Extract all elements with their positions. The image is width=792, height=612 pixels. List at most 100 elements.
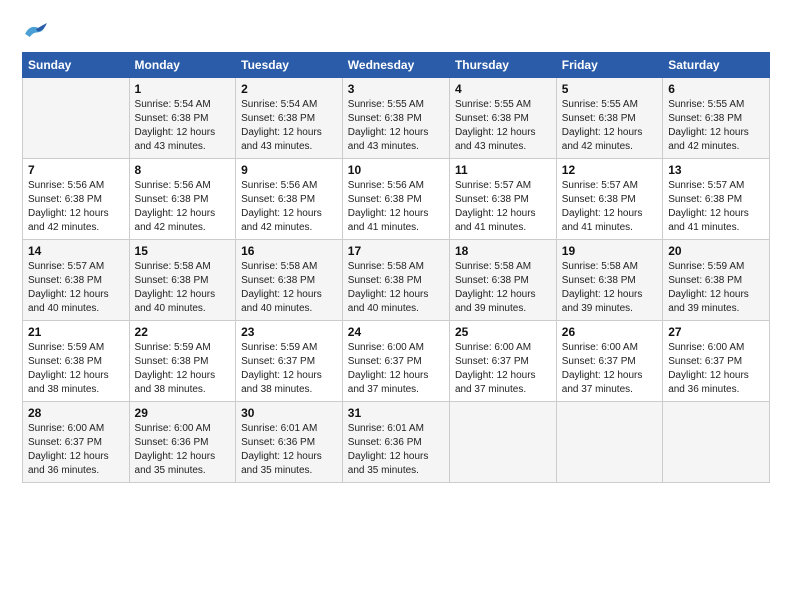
day-info: Sunrise: 5:56 AM Sunset: 6:38 PM Dayligh… bbox=[28, 179, 124, 235]
day-info: Sunrise: 5:55 AM Sunset: 6:38 PM Dayligh… bbox=[348, 98, 444, 154]
calendar-cell: 17 Sunrise: 5:58 AM Sunset: 6:38 PM Dayli… bbox=[342, 240, 449, 321]
day-info: Sunrise: 5:57 AM Sunset: 6:38 PM Dayligh… bbox=[28, 260, 124, 316]
calendar-cell: 22 Sunrise: 5:59 AM Sunset: 6:38 PM Dayli… bbox=[129, 321, 236, 402]
calendar-table: SundayMondayTuesdayWednesdayThursdayFrid… bbox=[22, 52, 770, 483]
logo bbox=[22, 18, 54, 42]
day-number: 16 bbox=[241, 244, 337, 258]
calendar-cell: 25Sunrise: 6:00 AM Sunset: 6:37 PM Dayli… bbox=[449, 321, 556, 402]
calendar-cell: 24 Sunrise: 6:00 AM Sunset: 6:37 PM Dayli… bbox=[342, 321, 449, 402]
calendar-cell: 12Sunrise: 5:57 AM Sunset: 6:38 PM Dayli… bbox=[556, 159, 662, 240]
calendar-cell: 6 Sunrise: 5:55 AM Sunset: 6:38 PM Daylig… bbox=[663, 78, 770, 159]
calendar-cell: 10 Sunrise: 5:56 AM Sunset: 6:38 PM Dayli… bbox=[342, 159, 449, 240]
day-info: Sunrise: 5:56 AM Sunset: 6:38 PM Dayligh… bbox=[348, 179, 444, 235]
calendar-cell: 15Sunrise: 5:58 AM Sunset: 6:38 PM Dayli… bbox=[129, 240, 236, 321]
calendar-cell: 19 Sunrise: 5:58 AM Sunset: 6:38 PM Dayli… bbox=[556, 240, 662, 321]
day-number: 9 bbox=[241, 163, 337, 177]
day-number: 11 bbox=[455, 163, 551, 177]
day-info: Sunrise: 5:57 AM Sunset: 6:38 PM Dayligh… bbox=[455, 179, 551, 235]
day-number: 14 bbox=[28, 244, 124, 258]
day-info: Sunrise: 5:55 AM Sunset: 6:38 PM Dayligh… bbox=[668, 98, 764, 154]
weekday-header-monday: Monday bbox=[129, 53, 236, 78]
logo-icon bbox=[22, 18, 50, 42]
day-number: 5 bbox=[562, 82, 657, 96]
day-info: Sunrise: 6:00 AM Sunset: 6:37 PM Dayligh… bbox=[348, 341, 444, 397]
day-info: Sunrise: 6:00 AM Sunset: 6:37 PM Dayligh… bbox=[668, 341, 764, 397]
day-info: Sunrise: 6:01 AM Sunset: 6:36 PM Dayligh… bbox=[348, 422, 444, 478]
day-number: 2 bbox=[241, 82, 337, 96]
day-number: 10 bbox=[348, 163, 444, 177]
calendar-cell: 14 Sunrise: 5:57 AM Sunset: 6:38 PM Dayli… bbox=[23, 240, 130, 321]
calendar-cell: 8 Sunrise: 5:56 AM Sunset: 6:38 PM Daylig… bbox=[129, 159, 236, 240]
calendar-cell bbox=[663, 402, 770, 483]
day-info: Sunrise: 5:59 AM Sunset: 6:38 PM Dayligh… bbox=[668, 260, 764, 316]
weekday-header-sunday: Sunday bbox=[23, 53, 130, 78]
day-info: Sunrise: 6:00 AM Sunset: 6:37 PM Dayligh… bbox=[28, 422, 124, 478]
day-info: Sunrise: 5:56 AM Sunset: 6:38 PM Dayligh… bbox=[241, 179, 337, 235]
day-info: Sunrise: 5:56 AM Sunset: 6:38 PM Dayligh… bbox=[135, 179, 231, 235]
calendar-cell: 30Sunrise: 6:01 AM Sunset: 6:36 PM Dayli… bbox=[236, 402, 343, 483]
calendar-cell: 27 Sunrise: 6:00 AM Sunset: 6:37 PM Dayli… bbox=[663, 321, 770, 402]
calendar-cell: 2 Sunrise: 5:54 AM Sunset: 6:38 PM Daylig… bbox=[236, 78, 343, 159]
main-container: SundayMondayTuesdayWednesdayThursdayFrid… bbox=[0, 0, 792, 495]
day-number: 12 bbox=[562, 163, 657, 177]
day-number: 18 bbox=[455, 244, 551, 258]
calendar-cell: 31 Sunrise: 6:01 AM Sunset: 6:36 PM Dayli… bbox=[342, 402, 449, 483]
weekday-header-tuesday: Tuesday bbox=[236, 53, 343, 78]
day-info: Sunrise: 6:00 AM Sunset: 6:37 PM Dayligh… bbox=[455, 341, 551, 397]
day-info: Sunrise: 5:54 AM Sunset: 6:38 PM Dayligh… bbox=[241, 98, 337, 154]
weekday-header-thursday: Thursday bbox=[449, 53, 556, 78]
calendar-week-row: 21Sunrise: 5:59 AM Sunset: 6:38 PM Dayli… bbox=[23, 321, 770, 402]
day-number: 22 bbox=[135, 325, 231, 339]
day-info: Sunrise: 5:58 AM Sunset: 6:38 PM Dayligh… bbox=[348, 260, 444, 316]
day-info: Sunrise: 5:55 AM Sunset: 6:38 PM Dayligh… bbox=[562, 98, 657, 154]
weekday-header-row: SundayMondayTuesdayWednesdayThursdayFrid… bbox=[23, 53, 770, 78]
calendar-cell: 23 Sunrise: 5:59 AM Sunset: 6:37 PM Dayli… bbox=[236, 321, 343, 402]
day-info: Sunrise: 5:57 AM Sunset: 6:38 PM Dayligh… bbox=[668, 179, 764, 235]
day-info: Sunrise: 5:58 AM Sunset: 6:38 PM Dayligh… bbox=[241, 260, 337, 316]
day-number: 28 bbox=[28, 406, 124, 420]
day-number: 19 bbox=[562, 244, 657, 258]
day-number: 6 bbox=[668, 82, 764, 96]
day-number: 30 bbox=[241, 406, 337, 420]
day-info: Sunrise: 5:59 AM Sunset: 6:37 PM Dayligh… bbox=[241, 341, 337, 397]
calendar-week-row: 28 Sunrise: 6:00 AM Sunset: 6:37 PM Dayli… bbox=[23, 402, 770, 483]
day-info: Sunrise: 5:58 AM Sunset: 6:38 PM Dayligh… bbox=[562, 260, 657, 316]
day-number: 17 bbox=[348, 244, 444, 258]
day-info: Sunrise: 5:55 AM Sunset: 6:38 PM Dayligh… bbox=[455, 98, 551, 154]
calendar-cell: 3 Sunrise: 5:55 AM Sunset: 6:38 PM Daylig… bbox=[342, 78, 449, 159]
day-number: 3 bbox=[348, 82, 444, 96]
calendar-week-row: 1 Sunrise: 5:54 AM Sunset: 6:38 PM Daylig… bbox=[23, 78, 770, 159]
day-info: Sunrise: 5:59 AM Sunset: 6:38 PM Dayligh… bbox=[28, 341, 124, 397]
calendar-cell: 13 Sunrise: 5:57 AM Sunset: 6:38 PM Dayli… bbox=[663, 159, 770, 240]
calendar-cell: 1 Sunrise: 5:54 AM Sunset: 6:38 PM Daylig… bbox=[129, 78, 236, 159]
day-number: 7 bbox=[28, 163, 124, 177]
day-info: Sunrise: 5:54 AM Sunset: 6:38 PM Dayligh… bbox=[135, 98, 231, 154]
day-number: 27 bbox=[668, 325, 764, 339]
day-info: Sunrise: 5:58 AM Sunset: 6:38 PM Dayligh… bbox=[455, 260, 551, 316]
day-number: 23 bbox=[241, 325, 337, 339]
calendar-cell: 21Sunrise: 5:59 AM Sunset: 6:38 PM Dayli… bbox=[23, 321, 130, 402]
calendar-cell: 20 Sunrise: 5:59 AM Sunset: 6:38 PM Dayli… bbox=[663, 240, 770, 321]
day-number: 13 bbox=[668, 163, 764, 177]
day-number: 29 bbox=[135, 406, 231, 420]
calendar-cell: 18 Sunrise: 5:58 AM Sunset: 6:38 PM Dayli… bbox=[449, 240, 556, 321]
calendar-cell bbox=[556, 402, 662, 483]
calendar-cell: 28 Sunrise: 6:00 AM Sunset: 6:37 PM Dayli… bbox=[23, 402, 130, 483]
day-number: 1 bbox=[135, 82, 231, 96]
calendar-cell: 16 Sunrise: 5:58 AM Sunset: 6:38 PM Dayli… bbox=[236, 240, 343, 321]
day-info: Sunrise: 5:59 AM Sunset: 6:38 PM Dayligh… bbox=[135, 341, 231, 397]
calendar-body: 1 Sunrise: 5:54 AM Sunset: 6:38 PM Daylig… bbox=[23, 78, 770, 483]
day-number: 8 bbox=[135, 163, 231, 177]
calendar-cell: 9 Sunrise: 5:56 AM Sunset: 6:38 PM Daylig… bbox=[236, 159, 343, 240]
calendar-cell: 11 Sunrise: 5:57 AM Sunset: 6:38 PM Dayli… bbox=[449, 159, 556, 240]
calendar-header: SundayMondayTuesdayWednesdayThursdayFrid… bbox=[23, 53, 770, 78]
weekday-header-saturday: Saturday bbox=[663, 53, 770, 78]
day-number: 31 bbox=[348, 406, 444, 420]
calendar-cell: 26Sunrise: 6:00 AM Sunset: 6:37 PM Dayli… bbox=[556, 321, 662, 402]
weekday-header-friday: Friday bbox=[556, 53, 662, 78]
day-number: 20 bbox=[668, 244, 764, 258]
weekday-header-wednesday: Wednesday bbox=[342, 53, 449, 78]
calendar-cell: 7 Sunrise: 5:56 AM Sunset: 6:38 PM Daylig… bbox=[23, 159, 130, 240]
calendar-cell bbox=[449, 402, 556, 483]
day-number: 24 bbox=[348, 325, 444, 339]
